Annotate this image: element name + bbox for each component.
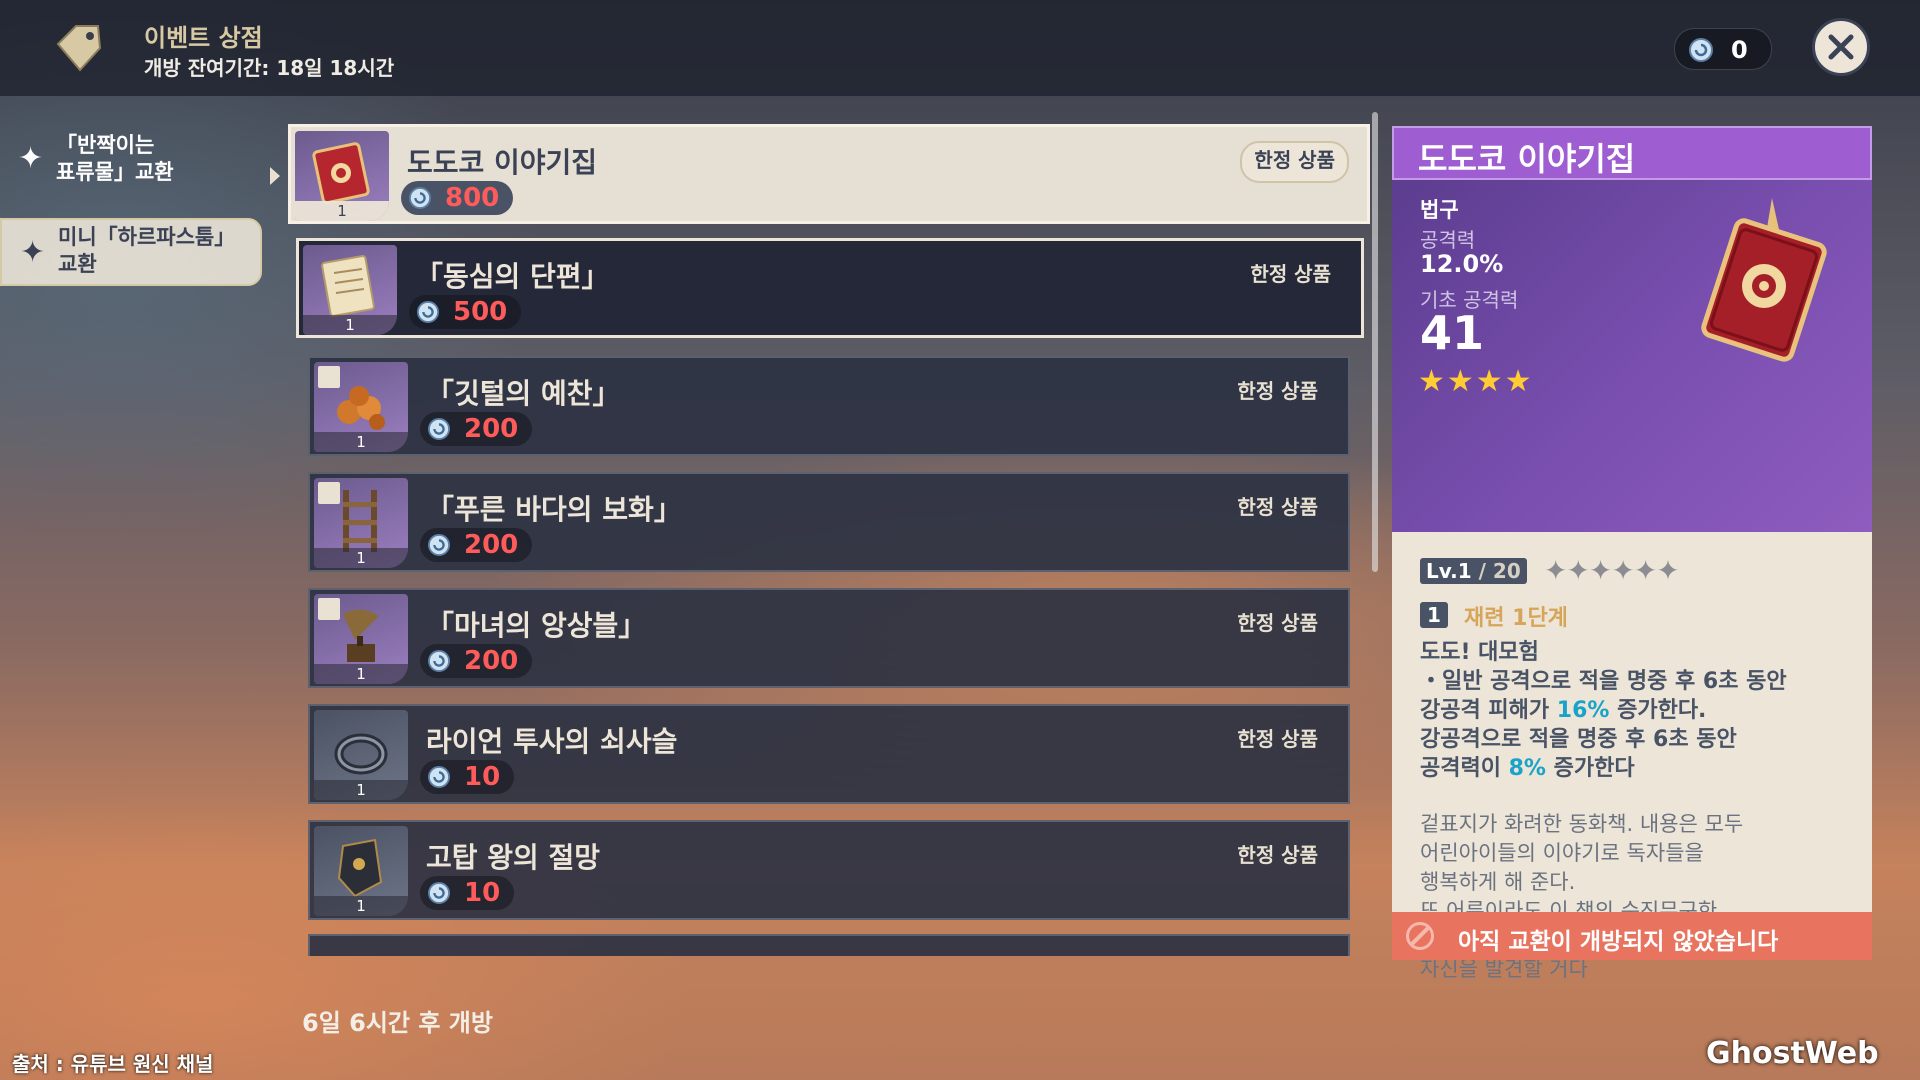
list-item[interactable]: 1 「깃털의 예찬」 200 한정 상품	[308, 356, 1350, 456]
nav-expand-arrow-icon	[270, 167, 280, 185]
coin-icon	[409, 187, 431, 213]
item-thumbnail: 1	[314, 710, 408, 800]
detail-title: 도도코 이야기집	[1418, 140, 1636, 178]
item-thumbnail: 1	[314, 362, 408, 452]
list-item[interactable]: 1 라이언 투사의 쇠사슬 10 한정 상품	[308, 704, 1350, 804]
item-price: 10	[420, 760, 515, 794]
item-quantity: 1	[295, 201, 389, 221]
item-price: 500	[409, 295, 522, 329]
limited-badge: 한정 상품	[1237, 727, 1318, 751]
detail-header: 도도코 이야기집	[1392, 126, 1872, 180]
passive-description: 도도! 대모험 ・일반 공격으로 적을 명중 후 6초 동안 강공격 피해가 1…	[1420, 638, 1850, 783]
shop-remaining-time: 개방 잔여기간: 18일 18시간	[144, 56, 395, 80]
close-button[interactable]	[1812, 18, 1870, 76]
chain-icon	[334, 733, 388, 775]
refinement-number: 1	[1420, 602, 1448, 628]
list-item[interactable]: 1 「마녀의 앙상블」 200 한정 상품	[308, 588, 1350, 688]
currency-amount: 0	[1731, 36, 1748, 64]
coin-icon	[428, 766, 450, 792]
item-name: 도도코 이야기집	[407, 146, 598, 179]
limited-badge: 한정 상품	[1250, 262, 1331, 286]
catalyst-book-icon	[312, 142, 370, 205]
coin-icon	[428, 650, 450, 676]
nav-item-glimmering-flotsam[interactable]: ✦ 「반짝이는 표류물」교환	[0, 126, 262, 194]
item-name: 라이언 투사의 쇠사슬	[426, 725, 678, 758]
coin-icon	[428, 418, 450, 444]
close-icon	[1828, 34, 1854, 60]
limited-badge: 한정 상품	[1237, 611, 1318, 635]
rarity-stars: ★★★★	[1418, 364, 1534, 399]
limited-badge: 한정 상품	[1237, 843, 1318, 867]
gadget-mark-icon	[318, 598, 340, 620]
item-thumbnail: 1	[314, 594, 408, 684]
substat-value: 12.0%	[1420, 250, 1504, 278]
item-name: 「깃털의 예찬」	[426, 377, 621, 410]
top-bar: 이벤트 상점 개방 잔여기간: 18일 18시간 0	[0, 0, 1920, 96]
exchange-unavailable-banner: 아직 교환이 개방되지 않았습니다	[1392, 912, 1872, 960]
list-item-partial[interactable]	[308, 934, 1350, 956]
item-thumbnail: 1	[303, 245, 397, 335]
gadget-mark-icon	[318, 482, 340, 504]
nav-item-label: 「반짝이는 표류물」교환	[56, 133, 174, 184]
watermark: GhostWeb	[1706, 1036, 1879, 1071]
item-price: 200	[420, 644, 533, 678]
item-quantity: 1	[314, 664, 408, 684]
shop-title: 이벤트 상점	[144, 24, 263, 52]
item-thumbnail: 1	[295, 131, 389, 221]
coin-icon	[428, 534, 450, 560]
coin-icon	[428, 882, 450, 908]
limited-badge: 한정 상품	[1237, 379, 1318, 403]
item-quantity: 1	[314, 432, 408, 452]
limited-badge: 한정 상품	[1240, 141, 1349, 183]
base-atk-value: 41	[1420, 306, 1485, 360]
item-name: 고탑 왕의 절망	[426, 841, 601, 874]
catalyst-book-icon	[1688, 194, 1848, 378]
item-quantity: 1	[303, 315, 397, 335]
item-name: 「마녀의 앙상블」	[426, 609, 647, 642]
item-price: 200	[420, 412, 533, 446]
detail-stats: 법구 공격력 12.0% 기초 공격력 41 ★★★★	[1392, 180, 1872, 532]
list-item[interactable]: 1 「동심의 단편」 500 한정 상품	[296, 238, 1364, 338]
source-caption: 출처 : 유튜브 원신 채널	[12, 1052, 214, 1076]
prohibited-icon	[1406, 922, 1434, 950]
next-open-timer: 6일 6시간 후 개방	[302, 1009, 493, 1037]
detail-description: Lv.1 / 20 ✦✦✦✦✦✦ 1 재련 1단계 도도! 대모험 ・일반 공격…	[1392, 532, 1872, 981]
sparkle-icon: ✦	[18, 141, 44, 176]
scroll-icon	[321, 255, 375, 317]
item-thumbnail: 1	[314, 826, 408, 916]
gadget-mark-icon	[318, 366, 340, 388]
unavailable-message: 아직 교환이 개방되지 않았습니다	[1458, 929, 1779, 955]
item-price: 800	[401, 181, 514, 215]
currency-counter: 0	[1674, 28, 1772, 70]
item-name: 「동심의 단편」	[415, 260, 610, 293]
coin-icon	[1689, 38, 1713, 66]
substat-label: 공격력	[1420, 228, 1476, 252]
item-quantity: 1	[314, 548, 408, 568]
item-quantity: 1	[314, 780, 408, 800]
list-item[interactable]: 1 「푸른 바다의 보화」 200 한정 상품	[308, 472, 1350, 572]
list-scrollbar[interactable]	[1372, 112, 1378, 572]
ascension-stars: ✦✦✦✦✦✦	[1544, 554, 1680, 587]
sparkle-icon: ✦	[20, 235, 46, 270]
nav-item-label: 미니「하르파스툼」 교환	[58, 225, 236, 276]
list-item[interactable]: 1 고탑 왕의 절망 10 한정 상품	[308, 820, 1350, 920]
limited-badge: 한정 상품	[1237, 495, 1318, 519]
item-thumbnail: 1	[314, 478, 408, 568]
passive-title: 도도! 대모험	[1420, 640, 1539, 665]
weapon-type: 법구	[1420, 198, 1459, 222]
level-badge: Lv.1 / 20	[1420, 558, 1527, 584]
refinement-label: 재련 1단계	[1464, 606, 1568, 631]
coin-icon	[417, 301, 439, 327]
item-name: 「푸른 바다의 보화」	[426, 493, 682, 526]
shop-tag-icon	[50, 20, 106, 76]
nav-item-mini-harpastum[interactable]: ✦ 미니「하르파스툼」 교환	[0, 218, 262, 286]
item-price: 200	[420, 528, 533, 562]
item-quantity: 1	[314, 896, 408, 916]
item-price: 10	[420, 876, 515, 910]
list-item[interactable]: 1 도도코 이야기집 800 한정 상품	[288, 124, 1370, 224]
mask-icon	[337, 838, 383, 898]
item-detail-panel: 도도코 이야기집 법구 공격력 12.0% 기초 공격력 41 ★★★★ Lv.…	[1392, 126, 1872, 981]
